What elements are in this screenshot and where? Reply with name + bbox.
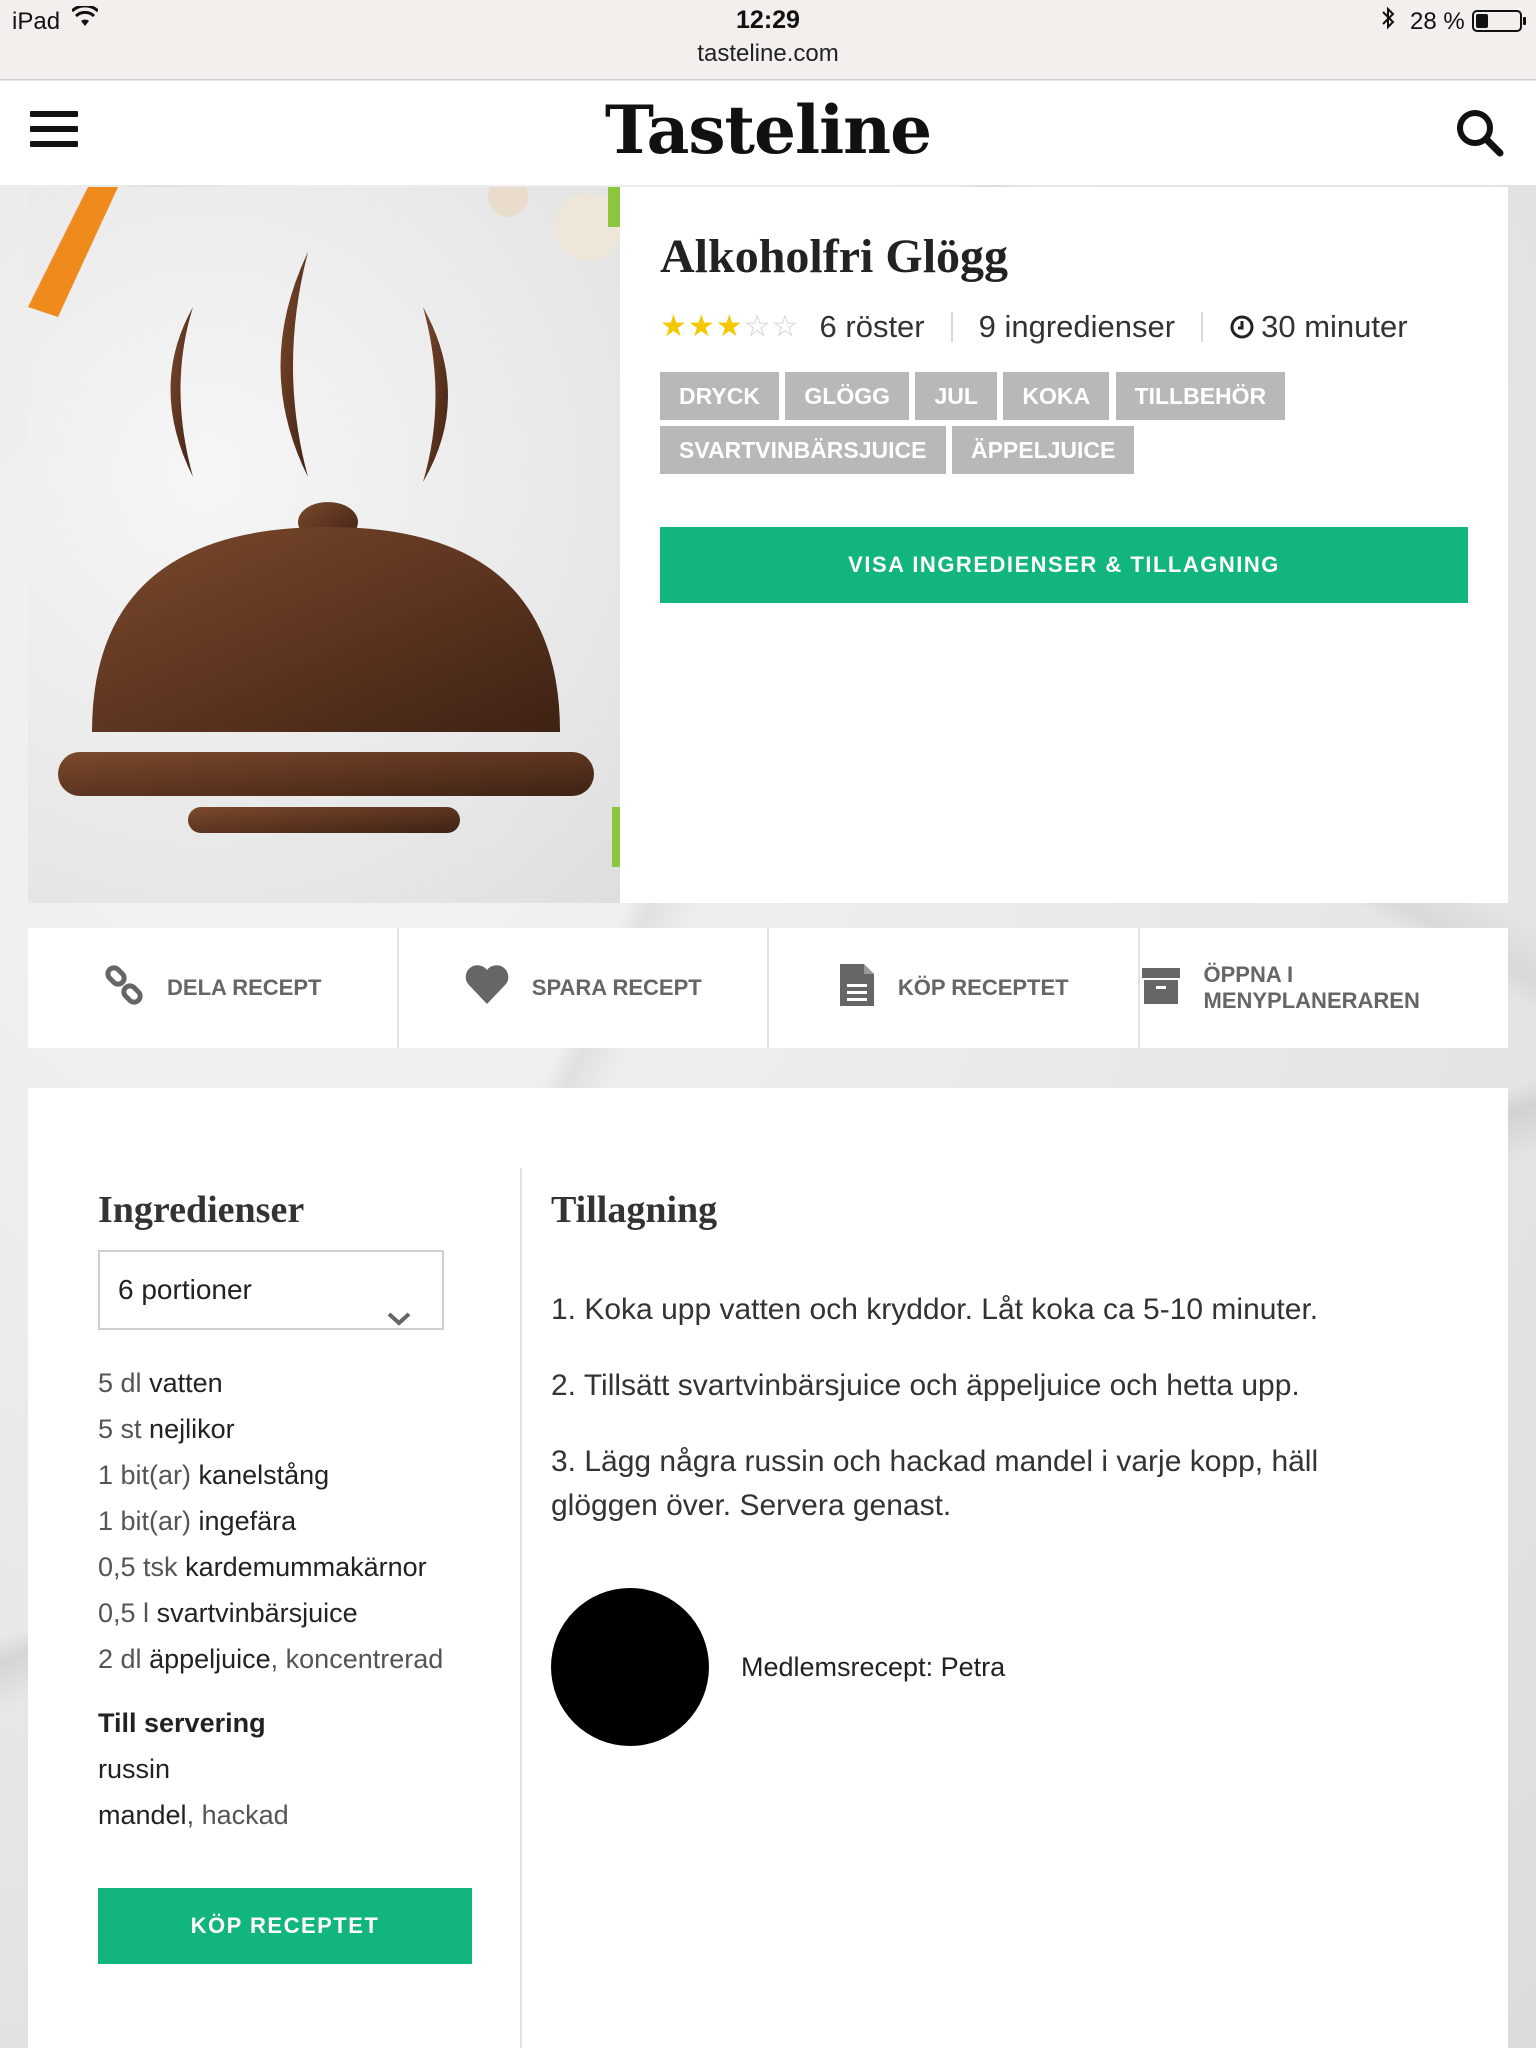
archive-icon bbox=[1140, 964, 1204, 1012]
portions-select[interactable]: 6 portioner bbox=[98, 1250, 444, 1330]
buy-recipe-action[interactable]: KÖP RECEPTET bbox=[769, 928, 1140, 1048]
ingredient-list: 5 dl vatten 5 st nejlikor 1 bit(ar) kane… bbox=[98, 1360, 518, 1838]
action-label: DELA RECEPT bbox=[167, 975, 322, 1000]
recipe-title: Alkoholfri Glögg bbox=[660, 230, 1009, 283]
site-header: Tasteline bbox=[0, 81, 1536, 185]
status-time: 12:29 bbox=[736, 6, 800, 34]
ios-status-bar: iPad 12:29 tasteline.com 28 % bbox=[0, 0, 1536, 80]
ingredient-count: 9 ingredienser bbox=[978, 309, 1176, 344]
avatar[interactable] bbox=[551, 1588, 709, 1746]
portions-value: 6 portioner bbox=[118, 1274, 252, 1305]
tag-glogg[interactable]: GLÖGG bbox=[785, 372, 910, 420]
ingredient-item: 1 bit(ar) kanelstång bbox=[98, 1460, 330, 1490]
tag-appeljuice[interactable]: ÄPPELJUICE bbox=[951, 426, 1135, 474]
show-ingredients-button[interactable]: VISA INGREDIENSER & TILLAGNING bbox=[660, 527, 1468, 603]
ingredient-item: 5 dl vatten bbox=[98, 1368, 223, 1398]
meta-divider bbox=[950, 312, 953, 342]
step-item: 2. Tillsätt svartvinbärsjuice och äppelj… bbox=[551, 1369, 1300, 1402]
tag-jul[interactable]: JUL bbox=[915, 372, 997, 420]
cooking-time: 30 minuter bbox=[1261, 309, 1408, 344]
ingredient-item: russin bbox=[98, 1754, 171, 1784]
carrot-decoration bbox=[28, 187, 118, 317]
step-item: 3. Lägg några russin och hackad mandel i… bbox=[551, 1445, 1319, 1522]
star-icon[interactable]: ★ bbox=[688, 312, 715, 342]
ingredient-item: 5 st nejlikor bbox=[98, 1414, 235, 1444]
save-recipe-button[interactable]: SPARA RECEPT bbox=[399, 928, 769, 1048]
vote-count: 6 röster bbox=[819, 309, 925, 344]
action-label: SPARA RECEPT bbox=[531, 975, 702, 1000]
recipe-author: Medlemsrecept: Petra bbox=[551, 1588, 1005, 1746]
star-icon[interactable]: ☆ bbox=[772, 312, 799, 342]
meta-divider bbox=[1201, 312, 1204, 342]
tag-list: DRYCK GLÖGG JUL KOKA TILLBEHÖR SVARTVINB… bbox=[660, 372, 1460, 480]
recipe-summary: Alkoholfri Glögg ★ ★ ★ ☆ ☆ 6 röster 9 in… bbox=[620, 187, 1508, 903]
action-label: ÖPPNA I MENYPLANERAREN bbox=[1203, 962, 1420, 1013]
clock-icon bbox=[1229, 314, 1255, 340]
link-icon bbox=[103, 964, 167, 1012]
chevron-down-icon bbox=[386, 1280, 412, 1356]
preparation-heading: Tillagning bbox=[551, 1189, 718, 1231]
ingredient-item: 0,5 l svartvinbärsjuice bbox=[98, 1598, 358, 1628]
tag-koka[interactable]: KOKA bbox=[1003, 372, 1110, 420]
serving-heading: Till servering bbox=[98, 1708, 266, 1738]
ingredient-item: 2 dl äppeljuice, koncentrerad bbox=[98, 1644, 444, 1674]
action-label: KÖP RECEPTET bbox=[897, 975, 1069, 1000]
ingredient-item: 1 bit(ar) ingefära bbox=[98, 1506, 297, 1536]
tag-tillbehor[interactable]: TILLBEHÖR bbox=[1115, 372, 1286, 420]
document-icon bbox=[838, 962, 898, 1014]
address-bar-url[interactable]: tasteline.com bbox=[0, 40, 1536, 68]
ingredient-item: mandel, hackad bbox=[98, 1800, 289, 1830]
step-list: 1. Koka upp vatten och kryddor. Låt koka… bbox=[551, 1288, 1411, 1560]
tag-dryck[interactable]: DRYCK bbox=[660, 372, 779, 420]
recipe-placeholder-image bbox=[28, 187, 620, 903]
heart-icon bbox=[464, 964, 532, 1012]
battery-icon bbox=[1472, 10, 1526, 32]
star-icon[interactable]: ☆ bbox=[744, 312, 771, 342]
tag-svartvinbarsjuice[interactable]: SVARTVINBÄRSJUICE bbox=[660, 426, 946, 474]
site-logo[interactable]: Tasteline bbox=[0, 91, 1536, 169]
recipe-content: Ingredienser 6 portioner 5 dl vatten 5 s… bbox=[28, 1088, 1508, 2048]
column-divider bbox=[520, 1168, 522, 2048]
action-bar: DELA RECEPT SPARA RECEPT KÖP RECEPTET ÖP… bbox=[28, 928, 1508, 1048]
buy-recipe-button[interactable]: KÖP RECEPTET bbox=[98, 1888, 472, 1964]
rating-stars[interactable]: ★ ★ ★ ☆ ☆ bbox=[660, 312, 800, 342]
ingredient-item: 0,5 tsk kardemummakärnor bbox=[98, 1552, 427, 1582]
bluetooth-icon bbox=[1380, 6, 1396, 37]
star-icon[interactable]: ★ bbox=[660, 312, 687, 342]
open-menu-planner-button[interactable]: ÖPPNA I MENYPLANERAREN bbox=[1140, 928, 1509, 1048]
battery-percent: 28 % bbox=[1410, 8, 1465, 35]
search-icon[interactable] bbox=[1454, 107, 1506, 159]
ingredients-heading: Ingredienser bbox=[98, 1189, 305, 1231]
star-icon[interactable]: ★ bbox=[716, 312, 743, 342]
share-recipe-button[interactable]: DELA RECEPT bbox=[28, 928, 399, 1048]
step-item: 1. Koka upp vatten och kryddor. Låt koka… bbox=[551, 1293, 1319, 1326]
author-name: Medlemsrecept: Petra bbox=[741, 1651, 1006, 1682]
recipe-meta: ★ ★ ★ ☆ ☆ 6 röster 9 ingredienser 30 min… bbox=[660, 307, 1408, 347]
